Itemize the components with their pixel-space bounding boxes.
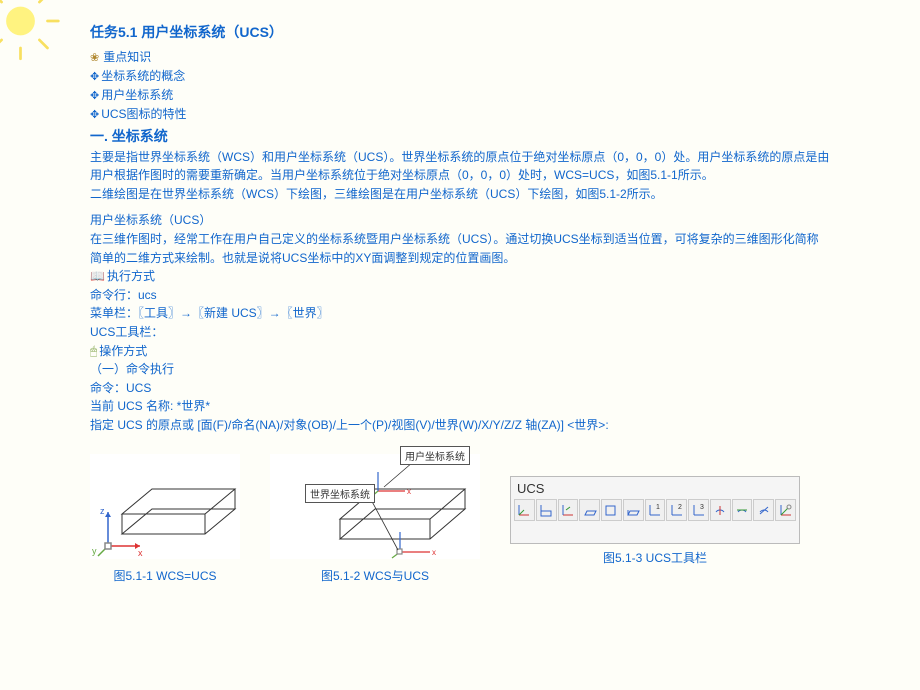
- exec-label: 执行方式: [107, 267, 155, 286]
- svg-text:x: x: [138, 548, 143, 558]
- svg-text:1: 1: [656, 504, 660, 511]
- diamond-icon: ✥: [90, 69, 99, 86]
- ucs-icon: [710, 499, 731, 521]
- bullet-main-text: 重点知识: [103, 48, 151, 67]
- figure-2-caption: 图5.1-2 WCS与UCS: [270, 567, 480, 584]
- ucs-icon: [536, 499, 557, 521]
- bullet-item: ✥ 坐标系统的概念: [90, 67, 830, 86]
- bullet-item-text: 用户坐标系统: [101, 86, 173, 105]
- ucs-icon: [514, 499, 535, 521]
- toolbar-line: UCS工具栏：: [90, 323, 830, 342]
- bullet-item: ✥ UCS图标的特性: [90, 105, 830, 124]
- op-label: 操作方式: [99, 342, 147, 361]
- ucs-icon: 3: [688, 499, 709, 521]
- svg-text:z: z: [100, 506, 105, 516]
- flower-icon: ❀: [90, 50, 99, 67]
- menu-line: 菜单栏：〖工具〗→〖新建 UCS〗→〖世界〗: [90, 304, 830, 323]
- ucs-toolbar-title: UCS: [514, 480, 796, 497]
- ucs-icon: [732, 499, 753, 521]
- svg-text:x: x: [407, 487, 411, 496]
- bullet-item-text: UCS图标的特性: [101, 105, 186, 124]
- section-heading: 一. 坐标系统: [90, 126, 830, 148]
- svg-text:3: 3: [700, 504, 704, 511]
- document-content: 任务5.1 用户坐标系统（UCS） ❀ 重点知识 ✥ 坐标系统的概念 ✥ 用户坐…: [0, 0, 920, 444]
- svg-text:2: 2: [678, 504, 682, 511]
- cmd-line: 命令行：ucs: [90, 286, 830, 305]
- ucs-icon: [775, 499, 796, 521]
- op-line: 🖱 操作方式: [90, 342, 830, 361]
- diamond-icon: ✥: [90, 88, 99, 105]
- wcs-ucs-diagram: x y z: [90, 454, 240, 559]
- op-step: 当前 UCS 名称: *世界*: [90, 397, 830, 416]
- svg-text:x: x: [432, 548, 436, 557]
- callout-world-coord: 世界坐标系统: [305, 484, 375, 503]
- figure-3-caption: 图5.1-3 UCS工具栏: [510, 549, 800, 566]
- svg-text:y: y: [92, 546, 97, 556]
- wcs-and-ucs-diagram: x x: [270, 454, 480, 559]
- exec-line: 📖 执行方式: [90, 267, 830, 286]
- ucs-icon: [601, 499, 622, 521]
- figure-2: 用户坐标系统 世界坐标系统 x x: [270, 454, 480, 584]
- mouse-icon: 🖱: [90, 342, 97, 361]
- bullet-item: ✥ 用户坐标系统: [90, 86, 830, 105]
- ucs-icon: [579, 499, 600, 521]
- op-step: 命令：UCS: [90, 379, 830, 398]
- op-step: 指定 UCS 的原点或 [面(F)/命名(NA)/对象(OB)/上一个(P)/视…: [90, 416, 830, 435]
- bullet-item-text: 坐标系统的概念: [101, 67, 185, 86]
- ucs-toolbar-image: UCS 1 2 3: [510, 476, 800, 544]
- figures-row: x y z 图5.1-1 WCS=UCS 用户坐标系统 世界坐标系统: [0, 444, 920, 584]
- paragraph: 在三维作图时，经常工作在用户自己定义的坐标系统暨用户坐标系统（UCS）。通过切换…: [90, 230, 830, 267]
- ucs-icon: 1: [645, 499, 666, 521]
- book-icon: 📖: [90, 267, 105, 286]
- ucs-icon: 2: [666, 499, 687, 521]
- diamond-icon: ✥: [90, 107, 99, 124]
- ucs-icon: [753, 499, 774, 521]
- figure-3: UCS 1 2 3 图5.1-3 UCS工具栏: [510, 476, 800, 566]
- figure-1-caption: 图5.1-1 WCS=UCS: [90, 567, 240, 584]
- ucs-icon: [558, 499, 579, 521]
- paragraph: 二维绘图是在世界坐标系统（WCS）下绘图，三维绘图是在用户坐标系统（UCS）下绘…: [90, 185, 830, 204]
- op-step: （一）命令执行: [90, 360, 830, 379]
- figure-1: x y z 图5.1-1 WCS=UCS: [90, 454, 240, 584]
- ucs-icon: [623, 499, 644, 521]
- page-title: 任务5.1 用户坐标系统（UCS）: [90, 22, 830, 44]
- callout-user-coord: 用户坐标系统: [400, 446, 470, 465]
- paragraph: 主要是指世界坐标系统（WCS）和用户坐标系统（UCS）。世界坐标系统的原点位于绝…: [90, 148, 830, 185]
- subsection-heading: 用户坐标系统（UCS）: [90, 211, 830, 230]
- bullet-main: ❀ 重点知识: [90, 48, 830, 67]
